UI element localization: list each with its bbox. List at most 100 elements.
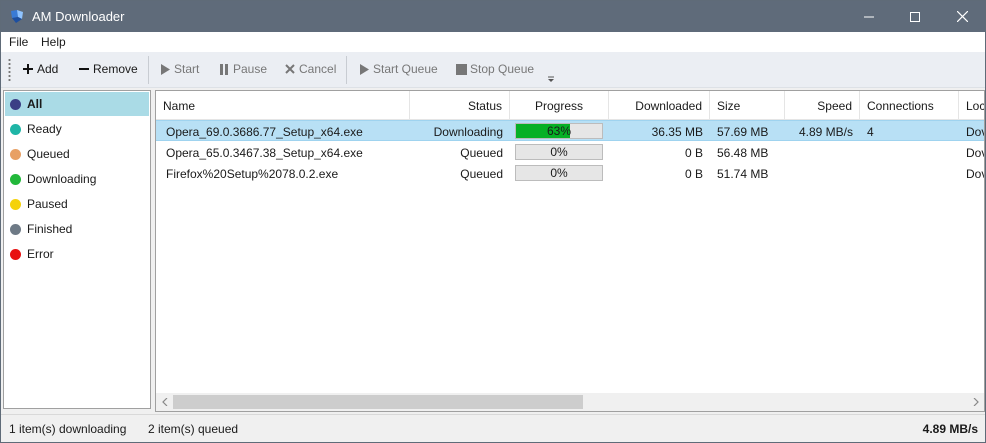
app-logo-icon bbox=[11, 10, 23, 23]
play-icon bbox=[358, 63, 370, 75]
sidebar-item-label: Finished bbox=[27, 222, 73, 236]
status-dot-icon bbox=[10, 98, 21, 110]
cell-connections: 4 bbox=[867, 124, 874, 139]
cell-downloaded: 36.35 MB bbox=[651, 124, 703, 139]
cancel-button[interactable]: Cancel bbox=[284, 61, 336, 77]
cell-name: Firefox%20Setup%2078.0.2.exe bbox=[166, 166, 339, 181]
chevron-left-icon bbox=[161, 398, 167, 406]
cell-speed bbox=[785, 142, 860, 163]
title-bar[interactable]: AM Downloader bbox=[1, 1, 985, 32]
sidebar-item-paused[interactable]: Paused bbox=[5, 192, 149, 216]
remove-label: Remove bbox=[93, 62, 138, 76]
category-sidebar: All Ready Queued Downloading Paused Fini… bbox=[3, 90, 151, 409]
progress-text: 63% bbox=[546, 124, 572, 138]
cancel-label: Cancel bbox=[299, 62, 337, 76]
table-row[interactable]: Opera_65.0.3467.38_Setup_x64.exe Queued … bbox=[156, 142, 984, 163]
menu-file[interactable]: File bbox=[9, 35, 28, 49]
status-dot-icon bbox=[10, 173, 21, 185]
column-header-progress[interactable]: Progress bbox=[510, 91, 609, 120]
status-dot-icon bbox=[10, 223, 21, 235]
scroll-left-button[interactable] bbox=[156, 393, 173, 411]
progress-text: 0% bbox=[550, 166, 568, 180]
cell-status: Queued bbox=[460, 145, 503, 160]
menu-help[interactable]: Help bbox=[41, 35, 66, 49]
start-button[interactable]: Start bbox=[159, 61, 199, 77]
cell-speed: 4.89 MB/s bbox=[798, 124, 853, 139]
cell-speed bbox=[785, 163, 860, 184]
list-header: Name Status Progress Downloaded Size Spe… bbox=[156, 91, 984, 120]
cell-downloaded: 0 B bbox=[684, 145, 703, 160]
cell-status: Downloading bbox=[433, 124, 503, 139]
close-button[interactable] bbox=[939, 1, 985, 32]
start-queue-button[interactable]: Start Queue bbox=[358, 61, 438, 77]
start-queue-label: Start Queue bbox=[373, 62, 438, 76]
add-button[interactable]: Add bbox=[22, 61, 58, 77]
column-header-speed[interactable]: Speed bbox=[785, 91, 860, 120]
sidebar-item-label: Paused bbox=[27, 197, 68, 211]
column-header-connections[interactable]: Connections bbox=[860, 91, 959, 120]
progress-bar: 0% bbox=[515, 165, 603, 181]
download-list: Name Status Progress Downloaded Size Spe… bbox=[155, 90, 985, 412]
cell-size: 51.74 MB bbox=[717, 166, 769, 181]
column-header-location[interactable]: Loc bbox=[959, 91, 984, 120]
cell-status: Queued bbox=[460, 166, 503, 181]
scrollbar-thumb[interactable] bbox=[173, 395, 583, 409]
minimize-button[interactable] bbox=[846, 1, 892, 32]
menu-bar: File Help bbox=[1, 32, 985, 52]
cell-downloaded: 0 B bbox=[684, 166, 703, 181]
pause-label: Pause bbox=[233, 62, 268, 76]
start-label: Start bbox=[174, 62, 200, 76]
status-dot-icon bbox=[10, 148, 21, 160]
toolbar-grip[interactable] bbox=[8, 58, 11, 82]
app-window: AM Downloader File Help Add Remove Start bbox=[0, 0, 986, 443]
column-header-name[interactable]: Name bbox=[156, 91, 410, 120]
remove-button[interactable]: Remove bbox=[78, 61, 138, 77]
maximize-icon bbox=[910, 11, 920, 22]
toolbar: Add Remove Start Pause Cancel Start Queu… bbox=[1, 52, 985, 88]
status-bar: 1 item(s) downloading 2 item(s) queued 4… bbox=[1, 414, 985, 442]
sidebar-item-downloading[interactable]: Downloading bbox=[5, 167, 149, 191]
toolbar-separator bbox=[148, 56, 149, 84]
scroll-right-button[interactable] bbox=[967, 393, 984, 411]
pause-icon bbox=[218, 63, 230, 75]
maximize-button[interactable] bbox=[892, 1, 938, 32]
status-dot-icon bbox=[10, 248, 21, 260]
progress-bar: 63% bbox=[515, 123, 603, 139]
cell-location: Dov bbox=[966, 145, 984, 160]
progress-bar: 0% bbox=[515, 144, 603, 160]
sidebar-item-label: Downloading bbox=[27, 172, 97, 186]
sidebar-item-label: Error bbox=[27, 247, 54, 261]
cell-name: Opera_69.0.3686.77_Setup_x64.exe bbox=[166, 124, 363, 139]
cancel-icon bbox=[284, 63, 296, 75]
horizontal-scrollbar[interactable] bbox=[156, 393, 984, 411]
minimize-icon bbox=[864, 16, 874, 17]
minus-icon bbox=[78, 63, 90, 75]
column-header-downloaded[interactable]: Downloaded bbox=[609, 91, 710, 120]
progress-text: 0% bbox=[550, 145, 568, 159]
status-dot-icon bbox=[10, 123, 21, 135]
downloading-count: 1 item(s) downloading bbox=[9, 422, 127, 436]
stop-queue-label: Stop Queue bbox=[470, 62, 535, 76]
pause-button[interactable]: Pause bbox=[218, 61, 267, 77]
status-dot-icon bbox=[10, 198, 21, 210]
toolbar-separator bbox=[346, 56, 347, 84]
cell-connections bbox=[860, 163, 959, 184]
stop-queue-button[interactable]: Stop Queue bbox=[455, 61, 534, 77]
sidebar-item-ready[interactable]: Ready bbox=[5, 117, 149, 141]
sidebar-item-error[interactable]: Error bbox=[5, 242, 149, 266]
cell-location: Dov bbox=[966, 124, 984, 139]
cell-location: Dov bbox=[966, 166, 984, 181]
column-header-size[interactable]: Size bbox=[710, 91, 785, 120]
sidebar-item-all[interactable]: All bbox=[5, 92, 149, 116]
sidebar-item-label: Ready bbox=[27, 122, 62, 136]
sidebar-item-label: All bbox=[27, 97, 43, 111]
table-row[interactable]: Firefox%20Setup%2078.0.2.exe Queued 0% 0… bbox=[156, 163, 984, 184]
cell-connections bbox=[860, 142, 959, 163]
total-speed: 4.89 MB/s bbox=[922, 422, 978, 436]
sidebar-item-queued[interactable]: Queued bbox=[5, 142, 149, 166]
toolbar-overflow-icon[interactable] bbox=[547, 76, 555, 84]
play-icon bbox=[159, 63, 171, 75]
table-row[interactable]: Opera_69.0.3686.77_Setup_x64.exe Downloa… bbox=[156, 120, 984, 141]
column-header-status[interactable]: Status bbox=[410, 91, 510, 120]
sidebar-item-finished[interactable]: Finished bbox=[5, 217, 149, 241]
